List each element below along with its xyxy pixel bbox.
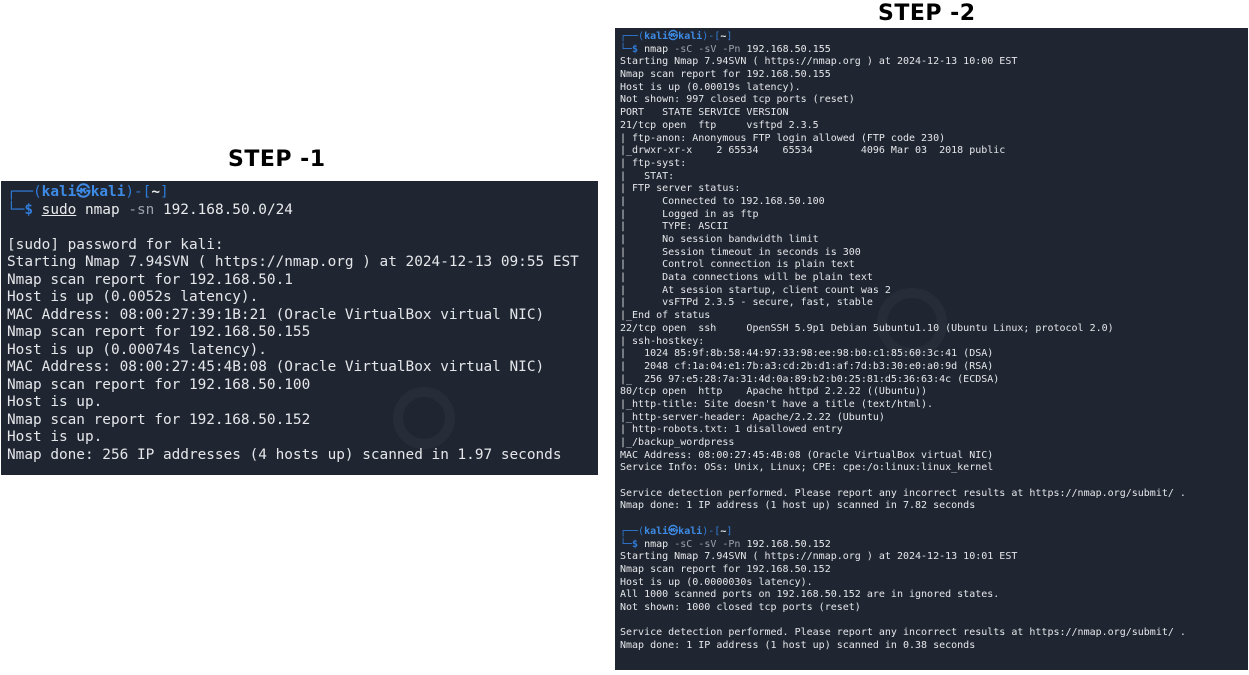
output-line: All 1000 scanned ports on 192.168.50.152… xyxy=(620,589,1000,601)
prompt-line-2: ┌──(kali㉿kali)-[~] xyxy=(620,525,733,537)
output-line: | TYPE: ASCII xyxy=(620,221,729,233)
output-line: | 1024 85:9f:8b:58:44:97:33:98:ee:98:b0:… xyxy=(620,348,994,360)
terminal-step-2[interactable]: ┌──(kali㉿kali)-[~] └─$ nmap -sC -sV -Pn … xyxy=(615,28,1248,670)
output-line: Nmap scan report for 192.168.50.152 xyxy=(7,411,311,428)
output-line: |_http-server-header: Apache/2.2.22 (Ubu… xyxy=(620,411,885,423)
output-line: |_ 256 97:e5:28:7a:31:4d:0a:89:b2:b0:25:… xyxy=(620,373,1000,385)
output-line: Starting Nmap 7.94SVN ( https://nmap.org… xyxy=(620,56,1018,68)
output-line: Nmap done: 1 IP address (1 host up) scan… xyxy=(620,640,976,651)
output-line: | FTP server status: xyxy=(620,183,741,195)
output-line: Nmap scan report for 192.168.50.155 xyxy=(620,69,831,81)
output-line: |_End of status xyxy=(620,310,711,322)
prompt-line-1: ┌──(kali㉿kali)-[~] xyxy=(7,184,169,200)
output-line: Nmap scan report for 192.168.50.1 xyxy=(7,271,293,288)
output-line: Host is up (0.00074s latency). xyxy=(7,341,267,358)
output-line: | Data connections will be plain text xyxy=(620,272,873,284)
output-line: Host is up (0.00019s latency). xyxy=(620,81,801,93)
output-line: [sudo] password for kali: xyxy=(7,236,224,253)
output-line: | Session timeout in seconds is 300 xyxy=(620,246,861,258)
output-line: Starting Nmap 7.94SVN ( https://nmap.org… xyxy=(620,551,1018,563)
output-line: |_http-title: Site doesn't have a title … xyxy=(620,398,934,410)
output-line: | ssh-hostkey: xyxy=(620,335,705,347)
output-line: | Connected to 192.168.50.100 xyxy=(620,195,825,207)
output-line: Not shown: 997 closed tcp ports (reset) xyxy=(620,94,855,106)
output-line: Service detection performed. Please repo… xyxy=(620,487,1186,499)
output-line: Nmap scan report for 192.168.50.100 xyxy=(7,376,311,393)
output-line: Service Info: OSs: Unix, Linux; CPE: cpe… xyxy=(620,462,994,474)
output-line: 80/tcp open http Apache httpd 2.2.22 ((U… xyxy=(620,386,928,398)
output-line: | Control connection is plain text xyxy=(620,259,855,271)
prompt-line-1: ┌──(kali㉿kali)-[~] xyxy=(620,31,733,42)
output-line: | STAT: xyxy=(620,170,675,182)
output-line: 22/tcp open ssh OpenSSH 5.9p1 Debian 5ub… xyxy=(620,322,1114,334)
output-line: | Logged in as ftp xyxy=(620,208,759,220)
output-line: MAC Address: 08:00:27:45:4B:08 (Oracle V… xyxy=(620,449,994,461)
step-2-title: STEP -2 xyxy=(878,1,976,26)
output-line: 21/tcp open ftp vsftpd 2.3.5 xyxy=(620,119,819,131)
output-line: MAC Address: 08:00:27:45:4B:08 (Oracle V… xyxy=(7,359,545,375)
output-line: Nmap scan report for 192.168.50.155 xyxy=(7,324,311,340)
output-line: Service detection performed. Please repo… xyxy=(620,627,1186,639)
output-line: |_/backup_wordpress xyxy=(620,437,735,448)
output-line: |_drwxr-xr-x 2 65534 65534 4096 Mar 03 2… xyxy=(620,145,1006,157)
output-line: Starting Nmap 7.94SVN ( https://nmap.org… xyxy=(7,254,579,270)
output-line: | At session startup, client count was 2 xyxy=(620,284,891,296)
output-line: MAC Address: 08:00:27:39:1B:21 (Oracle V… xyxy=(7,306,545,323)
command-line-1[interactable]: └─$ nmap -sC -sV -Pn 192.168.50.155 xyxy=(620,44,1248,57)
output-line: Not shown: 1000 closed tcp ports (reset) xyxy=(620,601,861,613)
output-line: | vsFTPd 2.3.5 - secure, fast, stable xyxy=(620,297,873,309)
output-line: | No session bandwidth limit xyxy=(620,234,819,245)
step-1-title: STEP -1 xyxy=(228,147,326,172)
output-line: PORT STATE SERVICE VERSION xyxy=(620,107,789,119)
output-line: Host is up. xyxy=(7,394,103,410)
output-line: Host is up (0.0000030s latency). xyxy=(620,576,813,588)
output-line: Host is up. xyxy=(7,429,103,445)
terminal-step-1[interactable]: ┌──(kali㉿kali)-[~] └─$ sudo nmap -sn 192… xyxy=(1,181,598,475)
output-line: Nmap done: 1 IP address (1 host up) scan… xyxy=(620,500,976,512)
output-line: | 2048 cf:1a:04:e1:7b:a3:cd:2b:d1:af:7d:… xyxy=(620,360,994,372)
command-line-2[interactable]: └─$ nmap -sC -sV -Pn 192.168.50.152 xyxy=(620,539,1248,552)
output-line: | http-robots.txt: 1 disallowed entry xyxy=(620,424,843,436)
output-line: Host is up (0.0052s latency). xyxy=(7,289,259,305)
output-line: | ftp-anon: Anonymous FTP login allowed … xyxy=(620,132,946,144)
output-line: Nmap scan report for 192.168.50.152 xyxy=(620,563,831,575)
output-line: | ftp-syst: xyxy=(620,157,687,169)
output-line: Nmap done: 256 IP addresses (4 hosts up)… xyxy=(7,446,562,463)
command-line[interactable]: └─$ sudo nmap -sn 192.168.50.0/24 xyxy=(7,202,598,220)
